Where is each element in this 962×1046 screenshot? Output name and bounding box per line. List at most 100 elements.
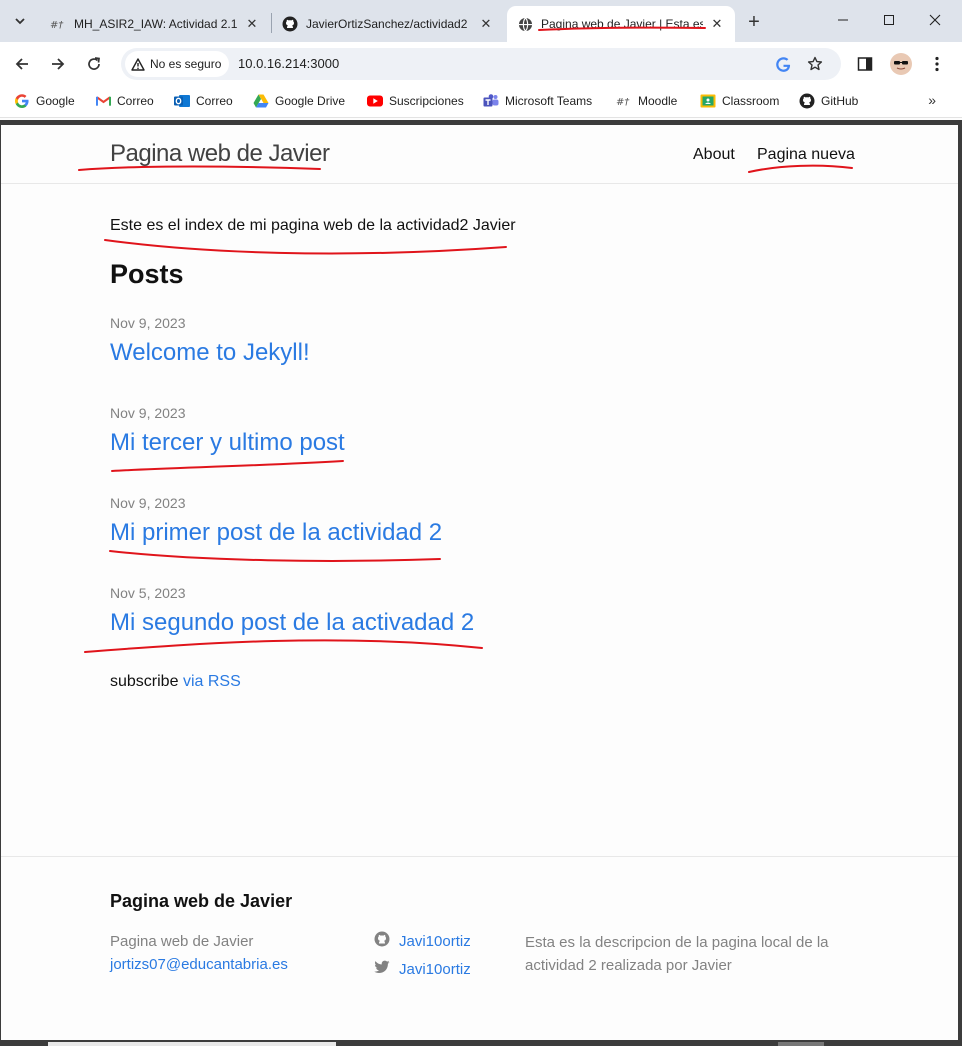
forward-button[interactable]: [44, 50, 72, 78]
plus-icon: +: [748, 10, 760, 33]
google-icon: [14, 93, 30, 109]
browser-toolbar: No es seguro 10.0.16.214:3000: [0, 42, 962, 86]
bookmark-label: Google: [36, 94, 75, 108]
github-icon: [799, 93, 815, 109]
site-header: Pagina web de Javier About Pagina nueva: [1, 125, 958, 184]
teams-icon: [483, 93, 499, 109]
bookmark-label: Moodle: [638, 94, 678, 108]
arrow-right-icon: [52, 58, 65, 70]
more-bookmarks-button[interactable]: »: [928, 92, 936, 108]
nav-link-about[interactable]: About: [693, 146, 735, 164]
classroom-icon: [700, 93, 716, 109]
url-text[interactable]: 10.0.16.214:3000: [238, 56, 339, 71]
footer-email-link[interactable]: jortizs07@educantabria.es: [110, 956, 288, 973]
maximize-button[interactable]: [866, 0, 912, 40]
bookmark-google-drive[interactable]: Google Drive: [253, 93, 345, 109]
address-bar[interactable]: No es seguro 10.0.16.214:3000: [121, 48, 841, 80]
close-icon[interactable]: ✕: [478, 16, 494, 32]
google-lens-icon[interactable]: [773, 54, 793, 74]
bookmark-github[interactable]: GitHub: [799, 93, 858, 109]
avatar[interactable]: [890, 53, 912, 75]
post-link[interactable]: Welcome to Jekyll!: [110, 339, 310, 367]
taskbar-segment: [778, 1042, 824, 1046]
youtube-icon: [367, 93, 383, 109]
post-date: Nov 9, 2023: [110, 405, 186, 421]
github-icon: [374, 931, 390, 947]
site-footer: Pagina web de Javier Pagina web de Javie…: [1, 856, 958, 1040]
window-frame-bottom: [0, 1040, 962, 1046]
chevron-down-icon: [15, 18, 25, 25]
bookmark-outlook[interactable]: Correo: [174, 93, 233, 109]
nav-link-pagina-nueva[interactable]: Pagina nueva: [757, 146, 855, 164]
post-date: Nov 9, 2023: [110, 495, 186, 511]
star-icon[interactable]: [805, 54, 825, 74]
reload-icon: [88, 57, 100, 70]
site-title-link[interactable]: Pagina web de Javier: [110, 140, 330, 168]
taskbar-segment: [48, 1042, 336, 1046]
bookmark-label: Microsoft Teams: [505, 94, 593, 108]
annotation-post-underline: [84, 639, 483, 653]
github-icon: [282, 16, 298, 32]
bookmark-moodle[interactable]: #† Moodle: [616, 93, 677, 109]
annotation-post-underline: [109, 550, 441, 562]
bookmark-label: Suscripciones: [389, 94, 464, 108]
drive-icon: [253, 93, 269, 109]
bookmark-label: Correo: [196, 94, 233, 108]
close-icon[interactable]: ✕: [709, 16, 725, 32]
intro-text: Este es el index de mi pagina web de la …: [110, 217, 516, 234]
bookmark-label: Correo: [117, 94, 154, 108]
tab-search-button[interactable]: [7, 8, 33, 34]
gmail-icon: [95, 93, 111, 109]
bookmark-google[interactable]: Google: [14, 93, 75, 109]
outlook-icon: [174, 93, 190, 109]
side-panel-icon[interactable]: [854, 53, 876, 75]
footer-description: Esta es la descripcion de la pagina loca…: [525, 934, 829, 974]
new-tab-button[interactable]: +: [740, 8, 768, 36]
close-icon: [929, 14, 941, 26]
bookmark-classroom[interactable]: Classroom: [700, 93, 779, 109]
reload-button[interactable]: [80, 50, 108, 78]
security-chip[interactable]: No es seguro: [125, 51, 230, 77]
moodle-icon: #†: [50, 16, 66, 32]
post-link[interactable]: Mi primer post de la actividad 2: [110, 519, 442, 547]
footer-heading: Pagina web de Javier: [110, 891, 293, 911]
tab-strip: #† MH_ASIR2_IAW: Actividad 2.1 ✕ JavierO…: [0, 0, 962, 42]
post-link[interactable]: Mi tercer y ultimo post: [110, 429, 345, 457]
arrow-left-icon: [15, 58, 28, 70]
close-window-button[interactable]: [912, 0, 958, 40]
bookmark-label: GitHub: [821, 94, 859, 108]
footer-twitter-link[interactable]: Javi10ortiz: [399, 961, 471, 978]
annotation-post-underline: [111, 460, 344, 472]
post-date: Nov 5, 2023: [110, 585, 186, 601]
tab-moodle-activity[interactable]: #† MH_ASIR2_IAW: Actividad 2.1 ✕: [40, 6, 270, 42]
annotation-intro-underline: [104, 239, 507, 255]
svg-text:#†: #†: [616, 97, 630, 108]
post-link[interactable]: Mi segundo post de la activadad 2: [110, 609, 474, 637]
footer-site-name: Pagina web de Javier: [110, 933, 254, 950]
back-button[interactable]: [8, 50, 36, 78]
kebab-menu-icon[interactable]: [926, 53, 948, 75]
minimize-button[interactable]: [820, 0, 866, 40]
tab-title: MH_ASIR2_IAW: Actividad 2.1: [74, 17, 238, 31]
minimize-icon: [838, 19, 848, 21]
bookmark-teams[interactable]: Microsoft Teams: [483, 93, 592, 109]
bookmarks-bar: Google Correo Correo Google Drive Suscri…: [0, 86, 962, 118]
moodle-icon: #†: [616, 93, 632, 109]
bookmark-gmail[interactable]: Correo: [95, 93, 154, 109]
bookmark-youtube[interactable]: Suscripciones: [367, 93, 464, 109]
tab-title: JavierOrtizSanchez/actividad2: [306, 17, 468, 31]
bookmark-label: Google Drive: [275, 94, 346, 108]
close-icon[interactable]: ✕: [244, 16, 260, 32]
warning-icon: [131, 57, 145, 71]
twitter-icon: [374, 959, 390, 975]
rss-link[interactable]: via RSS: [183, 673, 241, 690]
window-frame-right: [958, 120, 962, 1046]
post-date: Nov 9, 2023: [110, 315, 186, 331]
subscribe-line: subscribe via RSS: [110, 673, 241, 691]
maximize-icon: [884, 15, 894, 25]
tab-active-site[interactable]: Pagina web de Javier | Esta es ✕: [507, 6, 735, 42]
bookmark-label: Classroom: [722, 94, 780, 108]
footer-github-link[interactable]: Javi10ortiz: [399, 933, 471, 950]
globe-icon: [517, 16, 533, 32]
tab-github-repo[interactable]: JavierOrtizSanchez/actividad2 ✕: [272, 6, 504, 42]
